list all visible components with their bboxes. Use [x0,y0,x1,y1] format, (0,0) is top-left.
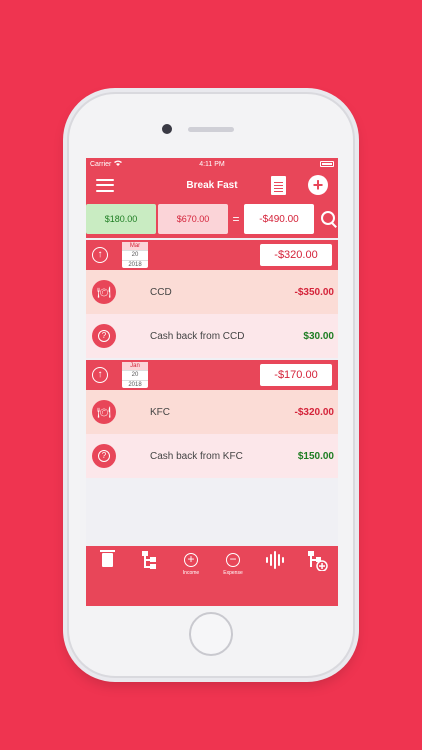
bottom-toolbar: + Income − Expense [86,546,338,606]
page-title: Break Fast [186,179,238,191]
summary-bar: $180.00 $670.00 = -$490.00 [86,200,338,238]
report-document-icon[interactable] [271,175,286,195]
status-bar: Carrier 4:11 PM [86,158,338,170]
app-screen: Carrier 4:11 PM Break Fast + $180.00 $67… [86,158,338,606]
add-category-button[interactable] [302,550,332,572]
collapse-arrow-up-icon[interactable]: ↑ [92,367,108,383]
question-icon: ? [92,324,116,348]
tree-add-icon [308,551,328,572]
date-group-total: -$320.00 [260,244,332,266]
transaction-row[interactable]: 🍽 KFC -$320.00 [86,390,338,434]
front-camera [162,124,172,134]
add-transaction-button[interactable]: + [308,175,328,195]
calendar-date-badge: Mar 20 2018 [122,242,148,268]
transaction-name: Cash back from KFC [150,450,243,462]
earpiece-speaker [188,127,234,132]
home-button[interactable] [189,612,233,656]
restaurant-icon: 🍽 [92,280,116,304]
transaction-amount: -$350.00 [294,286,334,298]
minus-circle-icon: − [226,553,240,567]
tree-icon [142,551,156,569]
calendar-month: Mar [122,242,148,250]
power-button [355,214,359,254]
date-group-header[interactable]: ↑ Mar 20 2018 -$320.00 [86,240,338,270]
plus-circle-icon: + [184,553,198,567]
voice-button[interactable] [260,550,290,570]
transaction-amount: $150.00 [297,450,334,462]
expense-button[interactable]: − Expense [218,550,248,576]
date-group-header[interactable]: ↑ Jan 20 2018 -$170.00 [86,360,338,390]
income-label: Income [182,570,200,576]
total-expense: $670.00 [158,204,228,234]
transaction-amount: $30.00 [303,330,334,342]
net-balance: -$490.00 [244,204,314,234]
menu-icon[interactable] [96,178,114,192]
battery-icon [320,161,334,167]
expense-label: Expense [223,570,243,576]
transaction-name: Cash back from CCD [150,330,245,342]
calendar-day: 20 [122,370,148,381]
calendar-month: Jan [122,362,148,370]
restaurant-icon: 🍽 [92,400,116,424]
delete-button[interactable] [92,550,122,570]
waveform-icon [266,551,284,569]
transaction-row[interactable]: ? Cash back from KFC $150.00 [86,434,338,478]
calendar-day: 20 [122,250,148,261]
transaction-name: CCD [150,286,172,298]
transaction-row[interactable]: ? Cash back from CCD $30.00 [86,314,338,358]
nav-bar: Break Fast + [86,170,338,200]
date-group-total: -$170.00 [260,364,332,386]
transaction-name: KFC [150,406,170,418]
clock: 4:11 PM [199,160,225,168]
trash-icon [99,550,115,567]
equals-sign: = [232,212,240,226]
transaction-amount: -$320.00 [294,406,334,418]
income-button[interactable]: + Income [176,550,206,576]
calendar-year: 2018 [128,262,142,268]
calendar-year: 2018 [128,382,142,388]
total-income: $180.00 [86,204,156,234]
category-tree-button[interactable] [134,550,164,570]
question-icon: ? [92,444,116,468]
transaction-row[interactable]: 🍽 CCD -$350.00 [86,270,338,314]
collapse-arrow-up-icon[interactable]: ↑ [92,247,108,263]
calendar-date-badge: Jan 20 2018 [122,362,148,388]
search-icon[interactable] [320,210,338,228]
